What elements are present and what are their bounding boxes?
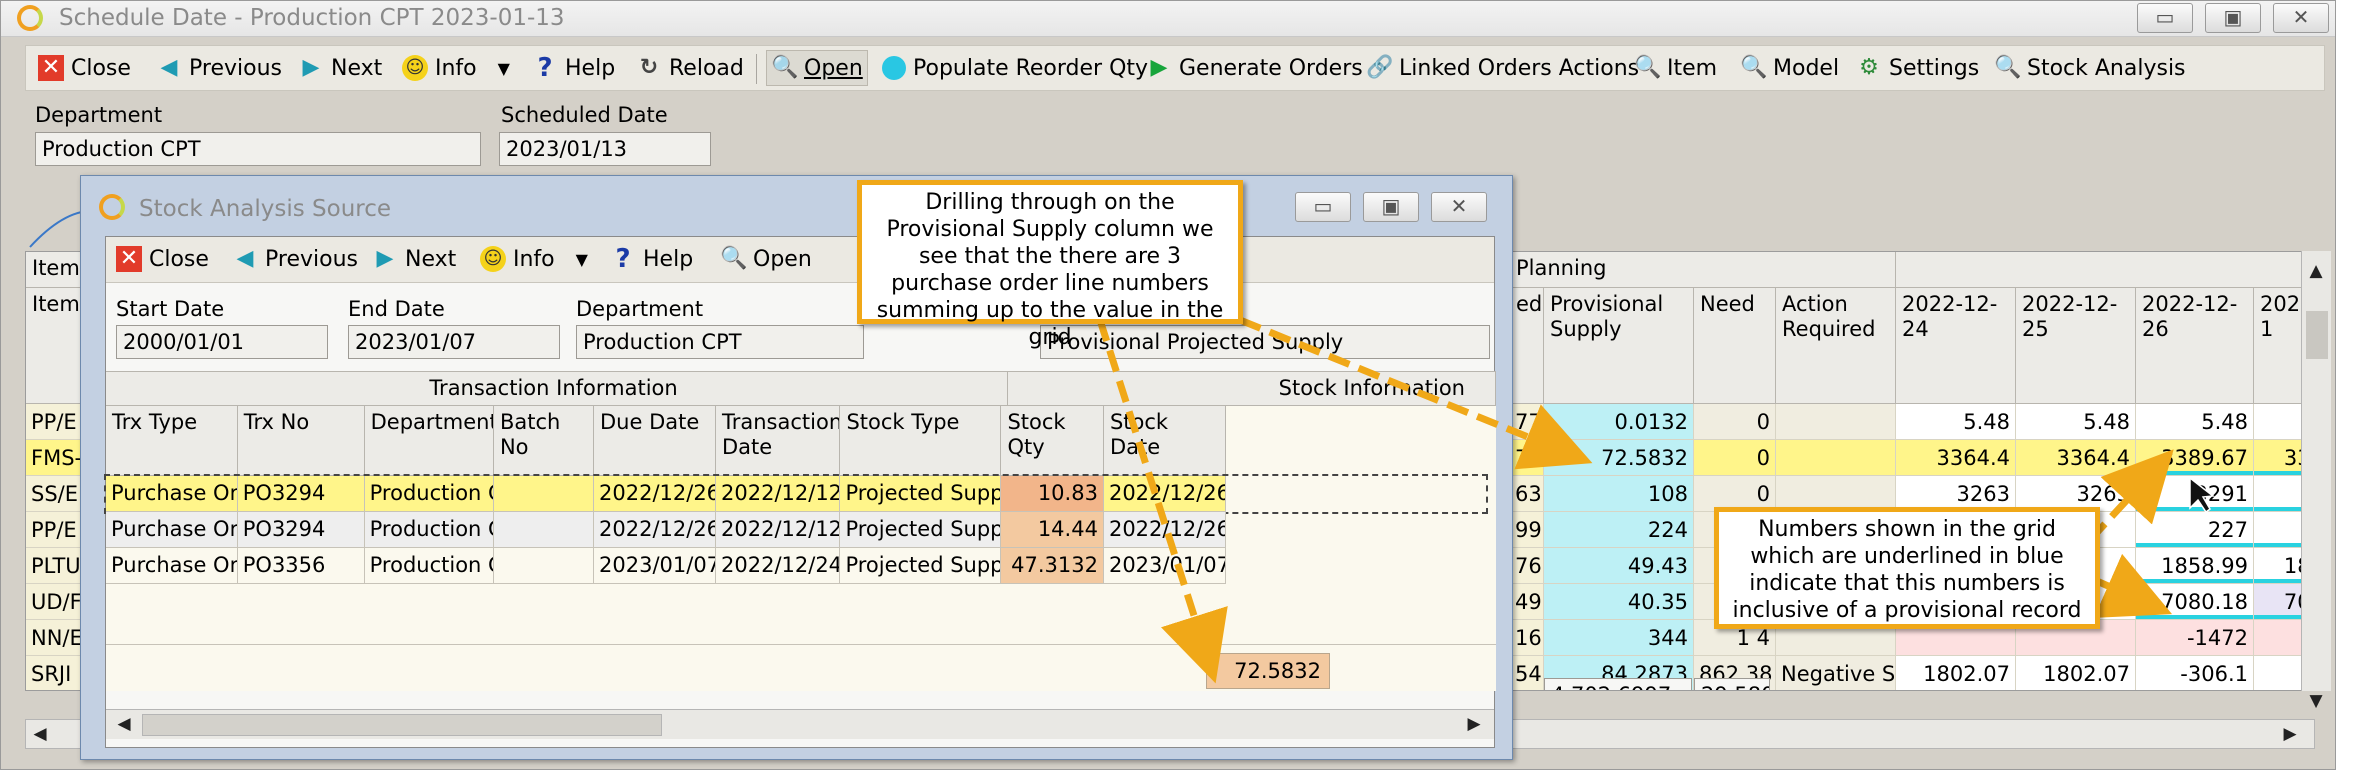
drill-callout: Drilling through on the Provisional Supp… (857, 180, 1243, 350)
underline-callout: Numbers shown in the grid which are unde… (1714, 507, 2100, 629)
annotation-arrows (1096, 316, 2215, 684)
arrow-to-provisional (1238, 316, 1593, 470)
mouse-cursor-icon (2189, 476, 2215, 514)
arrow-to-total (1096, 318, 1228, 684)
